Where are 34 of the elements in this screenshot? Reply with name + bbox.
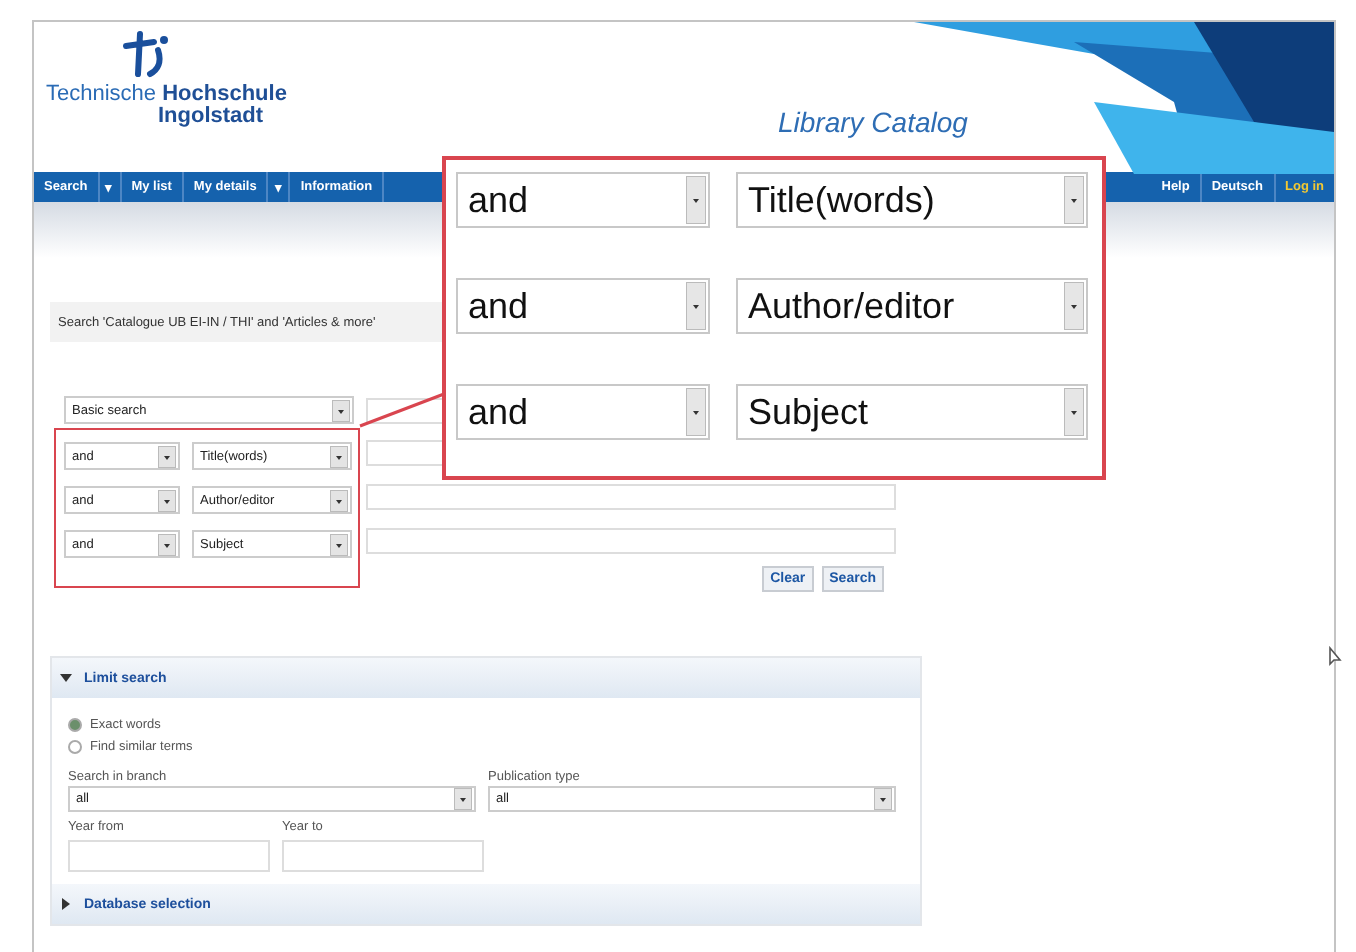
- caret-icon: [1064, 282, 1084, 330]
- caret-icon: [686, 282, 706, 330]
- radio-button[interactable]: [68, 718, 82, 732]
- caret-icon: [1064, 388, 1084, 436]
- caret-icon: [332, 399, 350, 421]
- caret-icon: [330, 533, 348, 555]
- expand-icon: [60, 898, 72, 910]
- caret-icon: [158, 489, 176, 511]
- caret-icon: [158, 445, 176, 467]
- field-select[interactable]: Author/editor: [736, 278, 1088, 334]
- caret-icon: [330, 445, 348, 467]
- operator-select[interactable]: and: [456, 278, 710, 334]
- cursor-icon: [1328, 646, 1342, 666]
- caret-icon: [330, 489, 348, 511]
- radio-button[interactable]: [68, 740, 82, 754]
- search-field[interactable]: [366, 528, 896, 554]
- caret-icon: [874, 788, 892, 810]
- caret-icon: [686, 176, 706, 224]
- caret-icon: [686, 388, 706, 436]
- field-select[interactable]: Subject: [736, 384, 1088, 440]
- operator-select[interactable]: and: [456, 384, 710, 440]
- year-to-field[interactable]: [282, 840, 484, 872]
- operator-select[interactable]: and: [456, 172, 710, 228]
- logo-text: Technische Hochschule: [46, 82, 287, 106]
- search-field[interactable]: [366, 484, 896, 510]
- field-select[interactable]: Title(words): [736, 172, 1088, 228]
- year-from-field[interactable]: [68, 840, 270, 872]
- logo-text: Ingolstadt: [158, 106, 264, 126]
- caret-icon: [158, 533, 176, 555]
- caret-icon: [454, 788, 472, 810]
- catalog-title: Library Catalog: [778, 106, 968, 138]
- logo-icon: [122, 30, 174, 78]
- expand-icon: [60, 672, 72, 684]
- caret-icon: [1064, 176, 1084, 224]
